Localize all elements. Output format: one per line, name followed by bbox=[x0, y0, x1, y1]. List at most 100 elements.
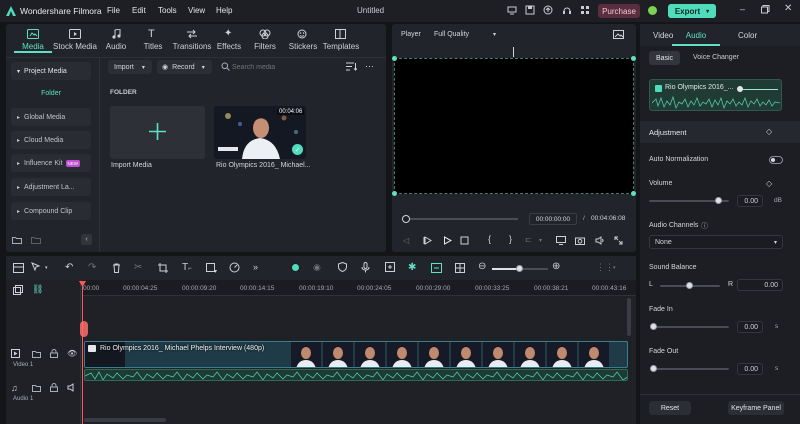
crop-icon[interactable] bbox=[158, 263, 168, 273]
fullscreen-icon[interactable] bbox=[614, 236, 623, 245]
speaker-icon[interactable] bbox=[67, 383, 76, 392]
menu-tools[interactable]: Tools bbox=[158, 6, 177, 15]
audio-clip[interactable] bbox=[84, 369, 628, 381]
video-clip[interactable]: Rio Olympics 2016_ Michael Phelps Interv… bbox=[84, 341, 628, 368]
sidebar-item-adjustment-layer[interactable]: ▸ Adjustment La... bbox=[11, 178, 91, 196]
fade-in-value-field[interactable]: 0.00 bbox=[737, 321, 763, 333]
tab-stock-media[interactable]: Stock Media bbox=[53, 27, 97, 53]
folder-track-icon[interactable] bbox=[32, 350, 41, 358]
more-tools-icon[interactable]: » bbox=[253, 262, 258, 272]
tab-video[interactable]: Video bbox=[653, 31, 673, 40]
sidebar-item-cloud-media[interactable]: ▸ Cloud Media bbox=[11, 131, 91, 149]
minimize-icon[interactable]: – bbox=[740, 4, 745, 14]
keyframe-diamond-icon[interactable]: ◇ bbox=[766, 179, 772, 188]
more-options-icon[interactable]: ⋯ bbox=[365, 61, 374, 72]
purchase-button[interactable]: Purchase bbox=[598, 4, 640, 18]
ai-tool-icon[interactable] bbox=[290, 262, 301, 273]
delete-icon[interactable] bbox=[112, 263, 121, 273]
auto-normalization-toggle[interactable] bbox=[769, 156, 783, 164]
sidebar-item-influence-kit[interactable]: ▸ Influence Kit NEW bbox=[11, 154, 91, 172]
scrubber-knob[interactable] bbox=[402, 215, 410, 223]
balance-slider-knob[interactable] bbox=[686, 282, 693, 289]
resize-handle[interactable] bbox=[631, 56, 636, 61]
voiceover-icon[interactable] bbox=[385, 262, 395, 272]
import-media-tile[interactable] bbox=[110, 106, 205, 159]
tab-stickers[interactable]: Stickers bbox=[287, 27, 319, 53]
step-back-icon[interactable] bbox=[423, 236, 432, 245]
fade-in-slider[interactable] bbox=[653, 326, 729, 328]
snap-icon[interactable]: ✱ bbox=[408, 262, 416, 273]
balance-value-field[interactable]: 0.00 bbox=[737, 279, 783, 291]
previous-frame-icon[interactable]: ◁ bbox=[403, 236, 409, 245]
audio-channels-select[interactable]: None ▾ bbox=[649, 235, 783, 249]
split-icon[interactable]: ✂ bbox=[134, 262, 142, 273]
horizontal-scrollbar[interactable] bbox=[84, 418, 166, 422]
tab-transitions[interactable]: Transitions bbox=[172, 27, 212, 53]
chevron-down-icon[interactable]: ▾ bbox=[539, 237, 542, 244]
subtab-basic[interactable]: Basic bbox=[649, 51, 680, 65]
sidebar-item-project-media[interactable]: ▾ Project Media bbox=[11, 62, 91, 80]
text-tool-icon[interactable]: T⌐ bbox=[182, 262, 192, 273]
search-input[interactable] bbox=[232, 60, 332, 74]
eye-icon[interactable]: 👁 bbox=[67, 349, 77, 358]
play-icon[interactable] bbox=[443, 236, 452, 245]
quality-dropdown[interactable]: Full Quality ▾ bbox=[434, 31, 496, 38]
sidebar-item-folder[interactable]: Folder bbox=[11, 84, 91, 102]
tab-media[interactable]: Media bbox=[14, 27, 52, 53]
media-clip-thumbnail[interactable]: 00:04:06 ✓ bbox=[214, 106, 306, 159]
new-folder-icon[interactable] bbox=[12, 236, 22, 244]
add-track-icon[interactable] bbox=[13, 285, 23, 295]
avatar[interactable] bbox=[648, 6, 657, 15]
tab-audio[interactable]: Audio bbox=[101, 27, 131, 53]
filter-sort-icon[interactable] bbox=[346, 62, 357, 71]
mark-out-icon[interactable]: } bbox=[509, 234, 512, 244]
keyframe-panel-button[interactable]: Keyframe Panel bbox=[728, 401, 784, 415]
stop-icon[interactable] bbox=[460, 236, 469, 245]
record-dropdown[interactable]: ◉ Record ▾ bbox=[157, 60, 212, 74]
keyframe-diamond-icon[interactable]: ◇ bbox=[766, 127, 772, 136]
redo-icon[interactable]: ↷ bbox=[88, 262, 96, 273]
playhead-handle[interactable] bbox=[80, 321, 88, 337]
volume-icon[interactable] bbox=[595, 236, 605, 245]
fade-out-value-field[interactable]: 0.00 bbox=[737, 363, 763, 375]
monitor-icon[interactable] bbox=[507, 5, 517, 15]
insert-icon[interactable]: ⊏ bbox=[525, 235, 532, 244]
fade-out-slider-knob[interactable] bbox=[650, 365, 657, 372]
tab-filters[interactable]: Filters bbox=[250, 27, 280, 53]
link-icon[interactable]: ⛓ bbox=[32, 284, 43, 295]
chevron-down-icon[interactable]: ▾ bbox=[45, 265, 48, 271]
zoom-out-icon[interactable]: ⊖ bbox=[478, 261, 486, 272]
tab-audio-inspector[interactable]: Audio bbox=[672, 24, 720, 46]
speed-icon[interactable] bbox=[229, 262, 240, 273]
grid-icon[interactable] bbox=[580, 5, 590, 15]
playhead[interactable] bbox=[82, 282, 83, 424]
info-icon[interactable]: ⓘ bbox=[701, 221, 708, 231]
layout-icon[interactable] bbox=[13, 263, 24, 273]
import-dropdown[interactable]: Import ▾ bbox=[108, 60, 152, 74]
sidebar-item-compound-clip[interactable]: ▸ Compound Clip bbox=[11, 202, 91, 220]
vertical-scrollbar[interactable] bbox=[627, 298, 631, 336]
menu-file[interactable]: File bbox=[107, 6, 120, 15]
subtab-voice-changer[interactable]: Voice Changer bbox=[693, 54, 739, 61]
microphone-icon[interactable] bbox=[361, 262, 370, 273]
snapshot-icon[interactable] bbox=[613, 30, 624, 39]
resize-handle[interactable] bbox=[631, 191, 636, 196]
preview-canvas[interactable] bbox=[392, 56, 636, 196]
zoom-in-icon[interactable]: ⊕ bbox=[552, 261, 560, 272]
fade-out-slider[interactable] bbox=[653, 368, 729, 370]
lock-icon[interactable] bbox=[50, 349, 58, 358]
playback-scrubber[interactable] bbox=[405, 218, 518, 220]
shield-icon[interactable] bbox=[338, 262, 347, 272]
reset-button[interactable]: Reset bbox=[649, 401, 691, 415]
undo-icon[interactable]: ↶ bbox=[65, 262, 73, 273]
resize-handle[interactable] bbox=[392, 56, 397, 61]
tab-titles[interactable]: T Titles bbox=[138, 27, 168, 53]
select-cursor-icon[interactable] bbox=[31, 262, 42, 273]
tab-color[interactable]: Color bbox=[738, 31, 757, 40]
menu-edit[interactable]: Edit bbox=[132, 6, 146, 15]
save-icon[interactable] bbox=[525, 5, 535, 15]
volume-value-field[interactable]: 0.00 bbox=[737, 195, 763, 207]
clip-volume-knob[interactable] bbox=[737, 86, 743, 92]
camera-icon[interactable] bbox=[575, 236, 585, 245]
auto-reframe-icon[interactable] bbox=[431, 263, 442, 273]
